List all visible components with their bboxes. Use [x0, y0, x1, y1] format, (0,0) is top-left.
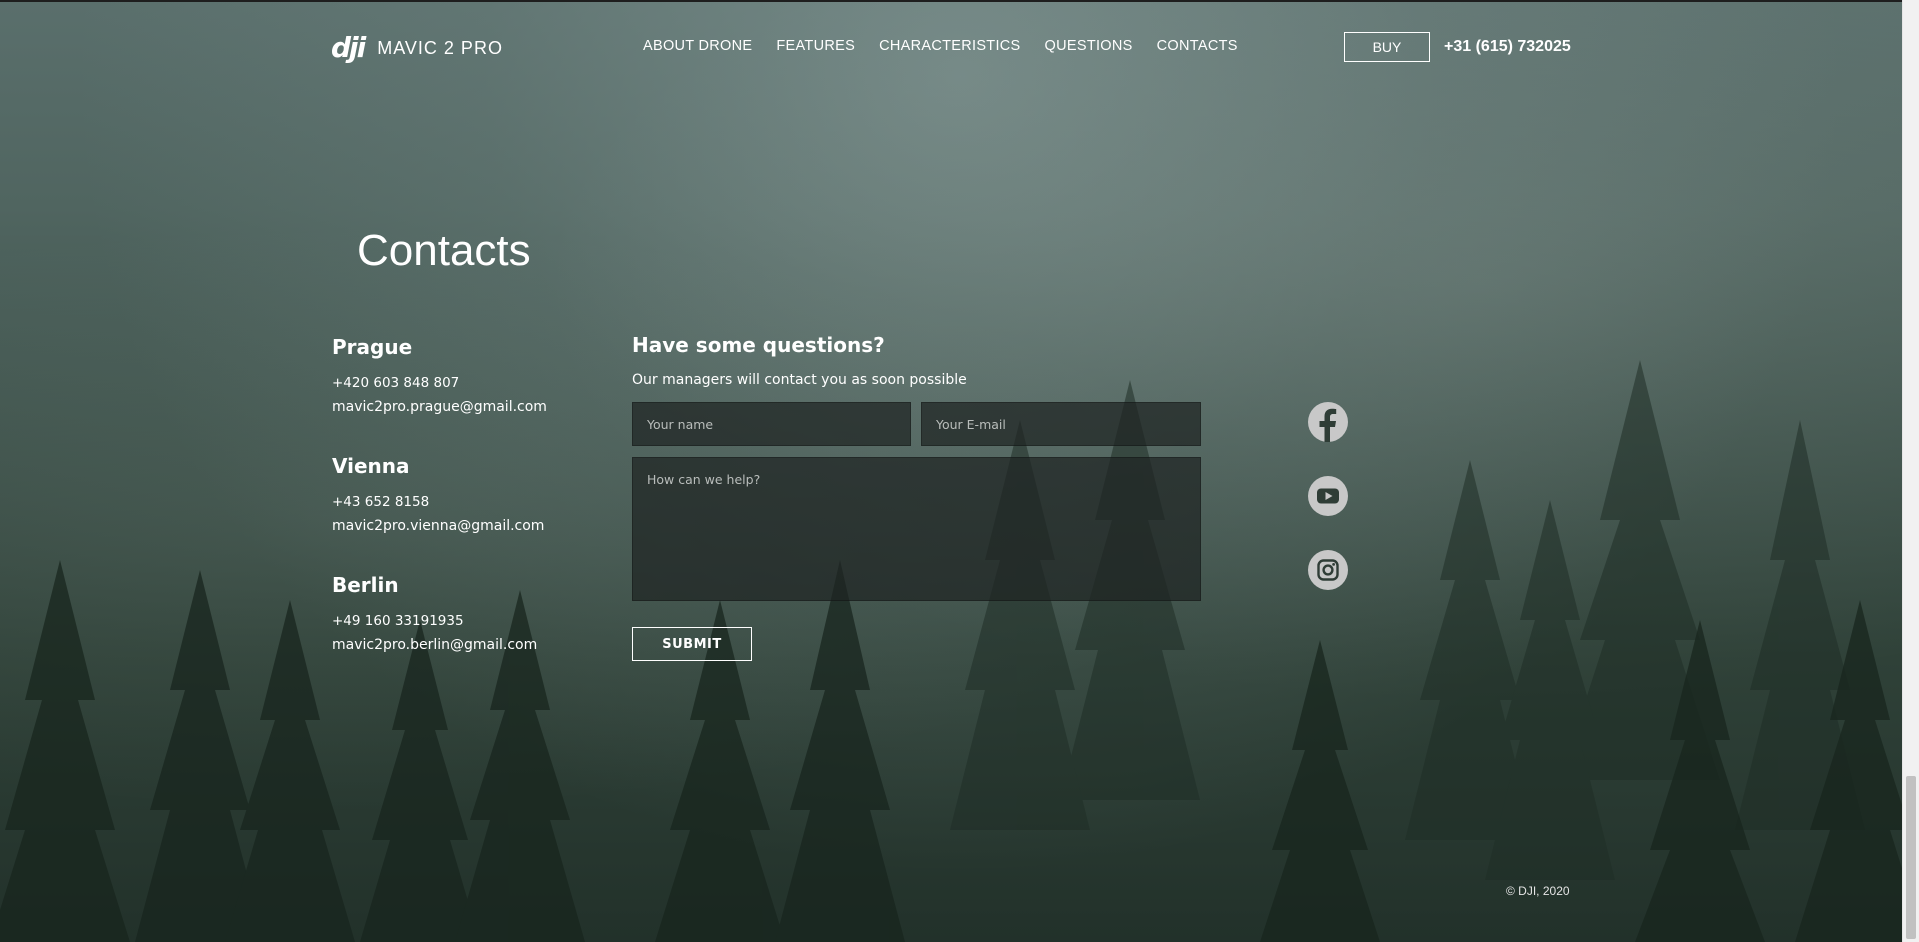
instagram-link[interactable] — [1308, 550, 1348, 590]
nav-contacts[interactable]: CONTACTS — [1157, 38, 1238, 54]
form-title: Have some questions? — [632, 333, 885, 357]
youtube-icon — [1317, 488, 1339, 504]
copyright: © DJI, 2020 — [1506, 884, 1570, 898]
office-city: Berlin — [332, 573, 399, 597]
facebook-link[interactable] — [1308, 402, 1348, 442]
office-city: Prague — [332, 335, 413, 359]
submit-button[interactable]: SUBMIT — [632, 627, 752, 661]
nav-questions[interactable]: QUESTIONS — [1045, 38, 1133, 54]
instagram-icon — [1317, 559, 1339, 581]
facebook-icon — [1319, 408, 1337, 442]
office-phone[interactable]: +43 652 8158 — [332, 494, 544, 510]
email-input[interactable] — [921, 402, 1201, 446]
office-city: Vienna — [332, 454, 410, 478]
page-scrollbar[interactable] — [1902, 0, 1919, 942]
brand-logo[interactable]: dji MAVIC 2 PRO — [331, 34, 503, 62]
youtube-link[interactable] — [1308, 476, 1348, 516]
office-berlin: Berlin +49 160 33191935 mavic2pro.berlin… — [332, 573, 537, 653]
nav-features[interactable]: FEATURES — [776, 38, 855, 54]
office-phone[interactable]: +420 603 848 807 — [332, 375, 547, 391]
form-subtitle: Our managers will contact you as soon po… — [632, 372, 967, 388]
scrollbar-thumb[interactable] — [1906, 776, 1916, 939]
office-vienna: Vienna +43 652 8158 mavic2pro.vienna@gma… — [332, 454, 544, 534]
message-textarea[interactable] — [632, 457, 1201, 601]
office-email[interactable]: mavic2pro.vienna@gmail.com — [332, 518, 544, 534]
product-name: MAVIC 2 PRO — [377, 37, 503, 58]
page-title: Contacts — [357, 226, 531, 275]
window-top-border — [0, 0, 1919, 2]
buy-button[interactable]: BUY — [1344, 32, 1430, 62]
header-phone[interactable]: +31 (615) 732025 — [1444, 38, 1571, 56]
office-prague: Prague +420 603 848 807 mavic2pro.prague… — [332, 335, 547, 415]
main-nav: ABOUT DRONE FEATURES CHARACTERISTICS QUE… — [643, 38, 1262, 54]
nav-about-drone[interactable]: ABOUT DRONE — [643, 38, 752, 54]
dji-logo-mark: dji — [331, 31, 366, 64]
office-phone[interactable]: +49 160 33191935 — [332, 613, 537, 629]
nav-characteristics[interactable]: CHARACTERISTICS — [879, 38, 1020, 54]
office-email[interactable]: mavic2pro.prague@gmail.com — [332, 399, 547, 415]
office-email[interactable]: mavic2pro.berlin@gmail.com — [332, 637, 537, 653]
name-input[interactable] — [632, 402, 911, 446]
